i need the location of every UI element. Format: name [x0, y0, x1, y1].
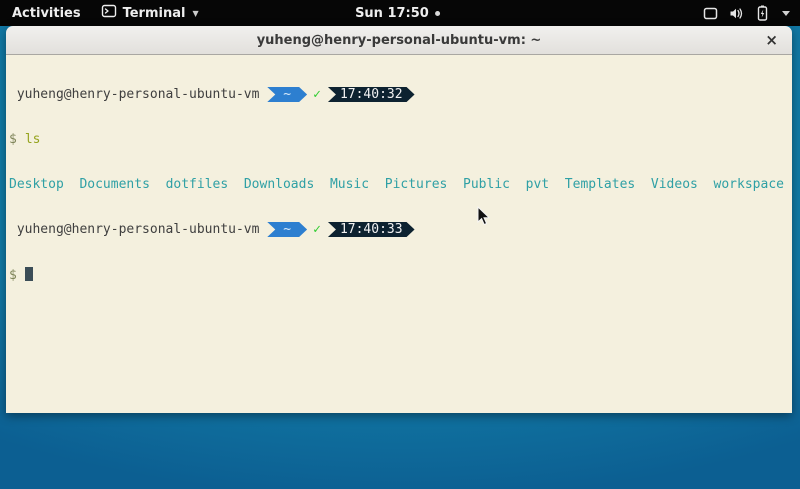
prompt-time: 17:40:32	[340, 87, 403, 102]
directory-entry: pvt	[526, 177, 549, 192]
notification-dot	[435, 11, 440, 16]
prompt-cwd-segment: ~	[267, 222, 307, 237]
terminal-block-cursor	[25, 267, 33, 281]
window-title: yuheng@henry-personal-ubuntu-vm: ~	[257, 33, 542, 48]
prompt-user: yuheng@henry-personal-ubuntu-vm	[9, 222, 267, 237]
prompt-line: yuheng@henry-personal-ubuntu-vm ~ ✓ 17:40:…	[9, 87, 792, 102]
status-check-icon: ✓	[307, 87, 328, 102]
activities-button[interactable]: Activities	[0, 0, 93, 26]
clock-label: Sun 17:50	[355, 6, 429, 21]
directory-entry: workspace	[714, 177, 784, 192]
chevron-down-icon: ▼	[192, 9, 198, 18]
prompt-symbol: $	[9, 132, 17, 147]
prompt-user: yuheng@henry-personal-ubuntu-vm	[9, 87, 267, 102]
prompt-cwd-segment: ~	[267, 87, 307, 102]
directory-entry: Documents	[79, 177, 149, 192]
prompt-symbol: $	[9, 268, 17, 283]
system-status-area[interactable]	[702, 0, 794, 26]
app-menu-terminal[interactable]: Terminal ▼	[93, 0, 207, 26]
system-menu-chevron-icon	[782, 11, 790, 16]
prompt-time-segment: 17:40:33	[328, 222, 415, 237]
prompt-cwd: ~	[283, 87, 291, 102]
clock-button[interactable]: Sun 17:50	[355, 0, 440, 26]
directory-entry: dotfiles	[166, 177, 229, 192]
terminal-app-icon	[101, 3, 117, 23]
volume-icon	[728, 5, 745, 22]
prompt-time: 17:40:33	[340, 222, 403, 237]
command-line: $	[9, 267, 792, 282]
directory-entry: Public	[463, 177, 510, 192]
close-button[interactable]: ×	[765, 26, 778, 54]
activities-label: Activities	[12, 6, 81, 21]
prompt-cwd: ~	[283, 222, 291, 237]
ls-output-line: Desktop Documents dotfiles Downloads Mus…	[9, 177, 792, 192]
typed-command: ls	[25, 132, 41, 147]
status-check-icon: ✓	[307, 222, 328, 237]
directory-entry: Music	[330, 177, 369, 192]
directory-entry: Templates	[565, 177, 635, 192]
directory-entry: Videos	[651, 177, 698, 192]
prompt-line: yuheng@henry-personal-ubuntu-vm ~ ✓ 17:40:…	[9, 222, 792, 237]
top-bar: Activities Terminal ▼ Sun 17:50	[0, 0, 800, 26]
directory-entry: Downloads	[244, 177, 314, 192]
terminal-content[interactable]: yuheng@henry-personal-ubuntu-vm ~ ✓ 17:40:…	[6, 55, 792, 413]
screen-icon	[702, 5, 719, 22]
window-titlebar[interactable]: yuheng@henry-personal-ubuntu-vm: ~ ×	[6, 26, 792, 55]
terminal-window: yuheng@henry-personal-ubuntu-vm: ~ × yuh…	[6, 26, 792, 413]
command-line: $ ls	[9, 132, 792, 147]
app-menu-label: Terminal	[123, 6, 186, 21]
prompt-time-segment: 17:40:32	[328, 87, 415, 102]
mouse-cursor	[477, 206, 491, 231]
directory-entry: Desktop	[9, 177, 64, 192]
directory-entry: Pictures	[385, 177, 448, 192]
battery-charging-icon	[754, 4, 771, 22]
